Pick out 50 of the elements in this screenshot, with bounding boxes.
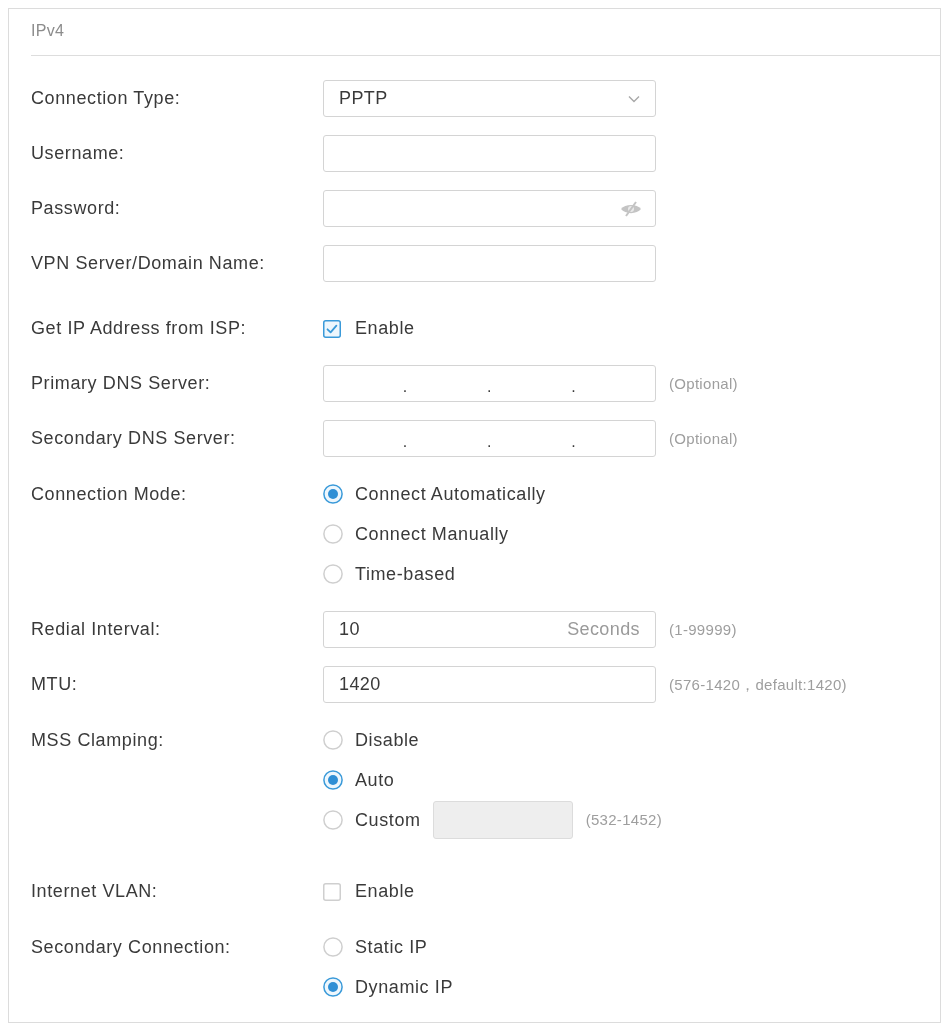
- chevron-down-icon: [628, 94, 640, 103]
- field-label: Redial Interval:: [31, 618, 162, 641]
- radio-label: Dynamic IP: [355, 976, 454, 998]
- text-field[interactable]: 10 Seconds: [323, 611, 656, 648]
- checkbox[interactable]: [323, 882, 341, 901]
- ip-address-field[interactable]: . . .: [323, 420, 656, 457]
- section-title: IPv4: [31, 22, 65, 39]
- field-label: Connection Mode:: [31, 483, 188, 506]
- radio-label: Static IP: [355, 936, 428, 958]
- field-label: Secondary DNS Server:: [31, 427, 237, 450]
- radio-button[interactable]: [323, 977, 343, 997]
- hint-text: (1-99999): [669, 620, 737, 640]
- hint-text: (Optional): [669, 374, 738, 394]
- field-label: Primary DNS Server:: [31, 372, 212, 395]
- field-label: Internet VLAN:: [31, 880, 159, 903]
- checkbox-label: Enable: [355, 318, 415, 339]
- field-label: Get IP Address from ISP:: [31, 317, 248, 340]
- checkbox[interactable]: [323, 319, 341, 338]
- radio-button[interactable]: [323, 564, 343, 584]
- radio-label: Connect Automatically: [355, 483, 546, 505]
- text-field[interactable]: 1420: [323, 666, 656, 703]
- radio-button[interactable]: [323, 730, 343, 750]
- checkbox-label: Enable: [355, 881, 415, 902]
- ip-address-field[interactable]: . . .: [323, 365, 656, 402]
- field-label: MTU:: [31, 673, 79, 696]
- radio-button[interactable]: [323, 524, 343, 544]
- radio-label: Auto: [355, 769, 395, 791]
- radio-button[interactable]: [323, 770, 343, 790]
- field-label: Password:: [31, 197, 122, 220]
- hint-text: (532-1452): [585, 810, 662, 830]
- dropdown[interactable]: PPTP: [323, 80, 656, 117]
- text-field[interactable]: [323, 245, 656, 282]
- unit-label: Seconds: [567, 619, 640, 640]
- field-label: Secondary Connection:: [31, 936, 232, 959]
- radio-button[interactable]: [323, 484, 343, 504]
- radio-label: Connect Manually: [355, 523, 509, 545]
- text-field[interactable]: [323, 135, 656, 172]
- hint-text: (576-1420，default:1420): [669, 675, 847, 695]
- eye-slash-icon[interactable]: [620, 200, 642, 217]
- hint-text: (Optional): [669, 429, 738, 449]
- field-label: VPN Server/Domain Name:: [31, 252, 266, 275]
- radio-button[interactable]: [323, 810, 343, 830]
- field-label: Username:: [31, 142, 126, 165]
- password-field[interactable]: [323, 190, 656, 227]
- field-label: Connection Type:: [31, 87, 182, 110]
- radio-label: Disable: [355, 729, 420, 751]
- radio-label: Custom: [355, 809, 421, 831]
- radio-label: Time-based: [355, 563, 456, 585]
- radio-button[interactable]: [323, 937, 343, 957]
- field-label: MSS Clamping:: [31, 729, 165, 752]
